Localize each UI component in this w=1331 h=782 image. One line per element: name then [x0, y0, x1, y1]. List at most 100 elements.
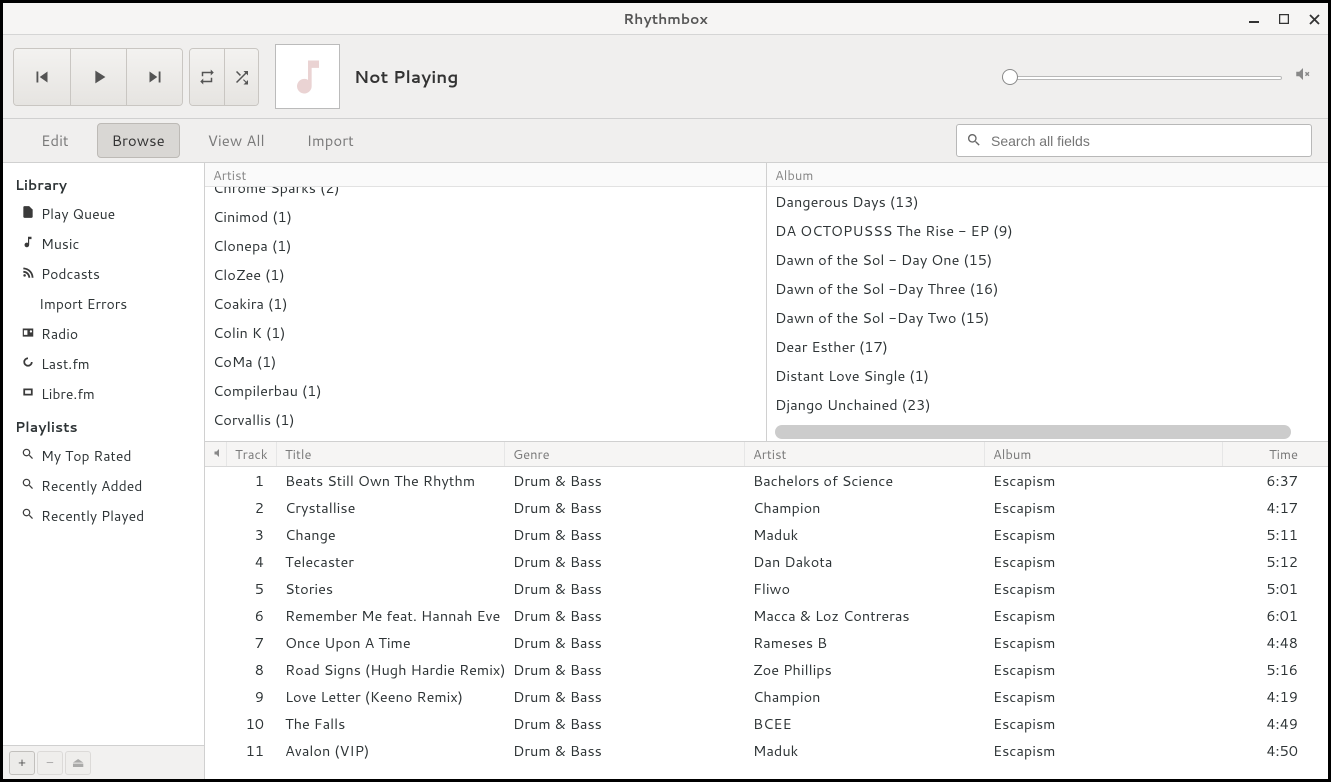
main-toolbar: Not Playing: [3, 35, 1328, 119]
list-item[interactable]: Dawn of the Sol -Day Three (16): [767, 274, 1328, 303]
list-item[interactable]: CloZee (1): [205, 260, 766, 289]
list-item[interactable]: Dawn of the Sol -Day Two (15): [767, 303, 1328, 332]
album-browser: Album Dangerous Days (13)DA OCTOPUSSS Th…: [767, 163, 1328, 441]
list-item[interactable]: dont let me do this again (7): [767, 419, 1328, 425]
list-item[interactable]: Dear Esther (17): [767, 332, 1328, 361]
mode-controls: [189, 48, 259, 106]
col-album[interactable]: Album: [985, 442, 1223, 466]
mag-icon: [21, 506, 35, 526]
track-table: Track Title Genre Artist Album Time 1Bea…: [205, 441, 1328, 779]
list-item[interactable]: CoMa (1): [205, 347, 766, 376]
previous-button[interactable]: [14, 49, 70, 105]
album-art: [275, 44, 340, 109]
lastfm-icon: [21, 354, 35, 374]
artist-browser: Artist Chrome Sparks (2)Cinimod (1)Clone…: [205, 163, 767, 441]
speaker-muted-icon[interactable]: [1294, 65, 1312, 88]
album-browser-hscroll[interactable]: [775, 425, 1291, 439]
sidebar-item-play-queue[interactable]: Play Queue: [3, 199, 204, 229]
list-item[interactable]: Django Unchained (23): [767, 390, 1328, 419]
sidebar-item-import-errors[interactable]: Import Errors: [3, 289, 204, 319]
sidebar-item-label: Recently Added: [41, 476, 142, 496]
artist-browser-header: Artist: [205, 163, 766, 187]
repeat-button[interactable]: [190, 49, 224, 105]
sidebar-item-label: Last.fm: [41, 354, 90, 374]
radio-icon: [21, 324, 35, 344]
shuffle-button[interactable]: [224, 49, 258, 105]
maximize-button[interactable]: [1276, 11, 1292, 27]
list-item[interactable]: Corvallis (1): [205, 405, 766, 434]
sidebar-header-library: Library: [3, 167, 204, 199]
mag-icon: [21, 446, 35, 466]
col-indicator[interactable]: [205, 442, 227, 466]
mag-icon: [21, 476, 35, 496]
sidebar-item-recently-played[interactable]: Recently Played: [3, 501, 204, 531]
col-artist[interactable]: Artist: [745, 442, 985, 466]
playlist-add-button[interactable]: +: [9, 751, 35, 775]
rss-icon: [21, 264, 35, 284]
playlist-remove-button[interactable]: −: [37, 751, 63, 775]
view-all-button[interactable]: View All: [194, 124, 279, 157]
close-button[interactable]: [1306, 11, 1322, 27]
sidebar-item-label: Podcasts: [41, 264, 100, 284]
table-row[interactable]: 1Beats Still Own The RhythmDrum & BassBa…: [205, 467, 1328, 494]
col-genre[interactable]: Genre: [505, 442, 745, 466]
sidebar-item-label: Play Queue: [41, 204, 115, 224]
window-title: Rhythmbox: [623, 9, 708, 29]
list-item[interactable]: Cosmic Quest (1): [205, 434, 766, 441]
sidebar-item-my-top-rated[interactable]: My Top Rated: [3, 441, 204, 471]
list-item[interactable]: Cinimod (1): [205, 202, 766, 231]
table-row[interactable]: 6Remember Me feat. Hannah EveDrum & Bass…: [205, 602, 1328, 629]
sidebar-item-recently-added[interactable]: Recently Added: [3, 471, 204, 501]
table-row[interactable]: 9Love Letter (Keeno Remix)Drum & BassCha…: [205, 683, 1328, 710]
sidebar-item-libre-fm[interactable]: Libre.fm: [3, 379, 204, 409]
playback-controls: [13, 48, 183, 106]
play-button[interactable]: [70, 49, 126, 105]
sidebar-item-label: My Top Rated: [41, 446, 131, 466]
list-item[interactable]: Clonepa (1): [205, 231, 766, 260]
view-subbar: Edit Browse View All Import: [3, 119, 1328, 163]
table-row[interactable]: 4TelecasterDrum & BassDan DakotaEscapism…: [205, 548, 1328, 575]
doc-icon: [21, 204, 35, 224]
table-row[interactable]: 5StoriesDrum & BassFliwoEscapism5:01: [205, 575, 1328, 602]
col-title[interactable]: Title: [277, 442, 505, 466]
list-item[interactable]: Chrome Sparks (2): [205, 187, 766, 202]
col-time[interactable]: Time: [1223, 442, 1328, 466]
next-button[interactable]: [126, 49, 182, 105]
search-icon: [966, 132, 982, 153]
volume-slider[interactable]: [1002, 68, 1282, 86]
col-track[interactable]: Track: [227, 442, 277, 466]
sidebar: Library Play Queue Music Podcasts Import Er…: [3, 163, 205, 779]
now-playing-label: Not Playing: [354, 65, 458, 89]
sidebar-item-label: Music: [41, 234, 79, 254]
list-item[interactable]: Compilerbau (1): [205, 376, 766, 405]
sidebar-item-music[interactable]: Music: [3, 229, 204, 259]
sidebar-item-label: Import Errors: [39, 294, 127, 314]
table-row[interactable]: 3ChangeDrum & BassMadukEscapism5:11: [205, 521, 1328, 548]
import-button[interactable]: Import: [293, 124, 368, 157]
edit-button[interactable]: Edit: [27, 124, 83, 157]
search-input[interactable]: [956, 124, 1312, 157]
table-row[interactable]: 2CrystalliseDrum & BassChampionEscapism4…: [205, 494, 1328, 521]
list-item[interactable]: Coakira (1): [205, 289, 766, 318]
list-item[interactable]: Distant Love Single (1): [767, 361, 1328, 390]
sidebar-footer: + − ⏏: [3, 745, 204, 779]
browse-button[interactable]: Browse: [97, 123, 180, 158]
minimize-button[interactable]: [1246, 11, 1262, 27]
table-row[interactable]: 10The FallsDrum & BassBCEEEscapism4:49: [205, 710, 1328, 737]
list-item[interactable]: Dawn of the Sol - Day One (15): [767, 245, 1328, 274]
list-item[interactable]: Colin K (1): [205, 318, 766, 347]
sidebar-item-label: Libre.fm: [41, 384, 95, 404]
sidebar-item-label: Recently Played: [41, 506, 144, 526]
table-row[interactable]: 7Once Upon A TimeDrum & BassRameses BEsc…: [205, 629, 1328, 656]
table-row[interactable]: 8Road Signs (Hugh Hardie Remix)Drum & Ba…: [205, 656, 1328, 683]
list-item[interactable]: DA OCTOPUSSS The Rise - EP (9): [767, 216, 1328, 245]
sidebar-item-radio[interactable]: Radio: [3, 319, 204, 349]
track-table-header: Track Title Genre Artist Album Time: [205, 441, 1328, 467]
sidebar-item-podcasts[interactable]: Podcasts: [3, 259, 204, 289]
playlist-eject-button[interactable]: ⏏: [65, 751, 91, 775]
music-icon: [21, 234, 35, 254]
sidebar-header-playlists: Playlists: [3, 409, 204, 441]
table-row[interactable]: 11Avalon (VIP)Drum & BassMadukEscapism4:…: [205, 737, 1328, 764]
sidebar-item-last-fm[interactable]: Last.fm: [3, 349, 204, 379]
list-item[interactable]: Dangerous Days (13): [767, 187, 1328, 216]
